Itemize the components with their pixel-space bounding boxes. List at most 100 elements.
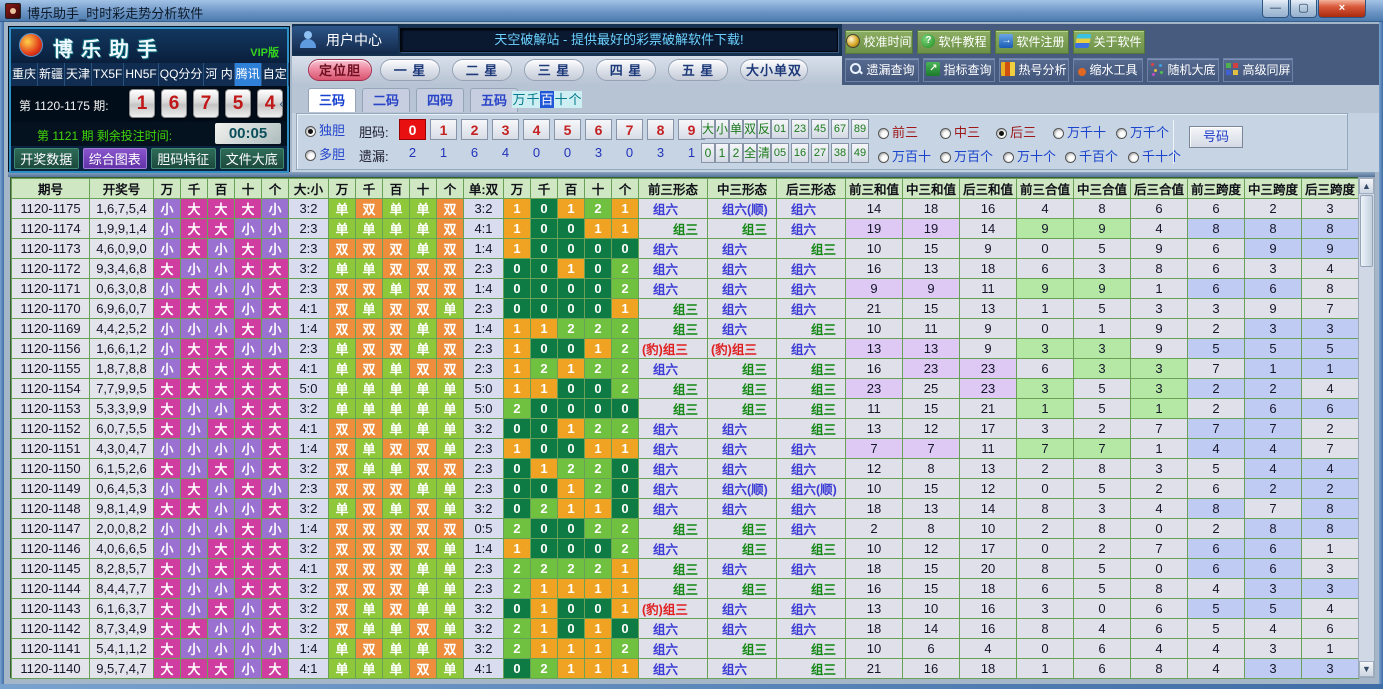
pattern-cell: 组六: [639, 279, 708, 299]
danma-digit-6[interactable]: 6: [585, 119, 612, 140]
close-button[interactable]: ×: [1318, 0, 1366, 18]
region-tab-天津[interactable]: 天津: [65, 63, 92, 86]
region-tab-腾讯[interactable]: 腾讯: [235, 63, 262, 86]
scope-radio-前三[interactable]: 前三: [878, 122, 918, 141]
table-scrollbar[interactable]: ▲ ▼: [1358, 177, 1375, 678]
code-tab-五码[interactable]: 五码: [470, 88, 518, 112]
multi-dan-radio[interactable]: 多胆: [305, 144, 345, 163]
danma-digit-8[interactable]: 8: [647, 119, 674, 140]
tool-button-遗漏查询[interactable]: 遗漏查询: [845, 58, 919, 82]
pattern-cell: 组三: [777, 319, 846, 339]
filter-button-1[interactable]: 1: [715, 143, 729, 163]
period-cell: 1120-1173: [12, 239, 90, 259]
view-button-文件大底[interactable]: 文件大底: [220, 148, 285, 169]
scope-radio-万百个[interactable]: 万百个: [940, 146, 993, 165]
tool-button-指标查询[interactable]: 指标查询: [923, 58, 995, 82]
sys-button-关于软件[interactable]: 关于软件: [1073, 30, 1145, 54]
mode-pill-四 星[interactable]: 四 星: [596, 59, 656, 81]
scrollbar-thumb[interactable]: [1360, 195, 1373, 267]
tool-button-随机大底[interactable]: 随机大底: [1147, 58, 1219, 82]
region-tab-新疆[interactable]: 新疆: [38, 63, 65, 86]
odd-even-cell: 单: [383, 359, 410, 379]
mode-pill-一 星[interactable]: 一 星: [380, 59, 440, 81]
prev-arrow-icon[interactable]: ‹: [279, 95, 284, 111]
mode-pill-大小单双[interactable]: 大小单双: [740, 59, 808, 81]
region-tab-自定[interactable]: 自定: [262, 63, 289, 86]
pair-button-49[interactable]: 49: [851, 143, 869, 163]
tool-button-热号分析[interactable]: 热号分析: [999, 58, 1069, 82]
scope-radio-万千个[interactable]: 万千个: [1116, 122, 1169, 141]
code-tab-三码[interactable]: 三码: [308, 88, 356, 112]
sys-button-软件教程[interactable]: 软件教程: [917, 30, 991, 54]
position-label-百[interactable]: 百: [540, 91, 554, 108]
mode-pill-三 星[interactable]: 三 星: [524, 59, 584, 81]
region-tab-QQ分分[interactable]: QQ分分: [159, 63, 205, 86]
draw-numbers-cell: 8,2,8,5,7: [90, 559, 154, 579]
mode-pill-二 星[interactable]: 二 星: [452, 59, 512, 81]
sys-button-校准时间[interactable]: 校准时间: [845, 30, 913, 54]
maximize-button[interactable]: ▢: [1290, 0, 1317, 18]
danma-digit-4[interactable]: 4: [523, 119, 550, 140]
pair-button-16[interactable]: 16: [791, 143, 809, 163]
position-label-个[interactable]: 个: [568, 91, 582, 108]
scope-radio-中三[interactable]: 中三: [940, 122, 980, 141]
danma-digit-7[interactable]: 7: [616, 119, 643, 140]
number-button[interactable]: 号码: [1189, 126, 1243, 148]
region-tab-重庆[interactable]: 重庆: [11, 63, 38, 86]
danma-digit-5[interactable]: 5: [554, 119, 581, 140]
danma-digit-2[interactable]: 2: [461, 119, 488, 140]
filter-button-0[interactable]: 0: [701, 143, 715, 163]
scope-radio-万十个[interactable]: 万十个: [1003, 146, 1056, 165]
pair-button-05[interactable]: 05: [771, 143, 789, 163]
scope-radio-万百十[interactable]: 万百十: [878, 146, 931, 165]
scroll-up-icon[interactable]: ▲: [1359, 178, 1374, 194]
danma-digit-1[interactable]: 1: [430, 119, 457, 140]
scroll-down-icon[interactable]: ▼: [1359, 661, 1374, 677]
pair-button-23[interactable]: 23: [791, 119, 809, 139]
view-button-胆码特征[interactable]: 胆码特征: [151, 148, 216, 169]
single-dan-radio[interactable]: 独胆: [305, 120, 345, 139]
pair-button-27[interactable]: 27: [811, 143, 829, 163]
mode-pill-定位胆[interactable]: 定位胆: [308, 59, 372, 81]
position-label-万[interactable]: 万: [512, 91, 526, 108]
position-label-十[interactable]: 十: [554, 91, 568, 108]
filter-button-反[interactable]: 反: [757, 119, 771, 139]
region-tab-河 内[interactable]: 河 内: [204, 63, 234, 86]
position-label-千[interactable]: 千: [526, 91, 540, 108]
scope-radio-万千十[interactable]: 万千十: [1053, 122, 1106, 141]
tool-button-高级同屏[interactable]: 高级同屏: [1223, 58, 1293, 82]
filter-button-单[interactable]: 单: [729, 119, 743, 139]
pair-button-01[interactable]: 01: [771, 119, 789, 139]
title-bar[interactable]: 博乐助手_时时彩走势分析软件 — ▢ ×: [0, 0, 1383, 22]
tool-button-缩水工具[interactable]: 缩水工具: [1073, 58, 1143, 82]
mod3-cell: 1: [531, 459, 558, 479]
sys-button-软件注册[interactable]: 软件注册: [995, 30, 1069, 54]
code-tab-四码[interactable]: 四码: [416, 88, 464, 112]
filter-button-2[interactable]: 2: [729, 143, 743, 163]
pair-button-67[interactable]: 67: [831, 119, 849, 139]
danma-digit-0[interactable]: 0: [399, 119, 426, 140]
region-tab-HN5F[interactable]: HN5F: [124, 63, 158, 86]
scope-radio-后三[interactable]: 后三: [996, 122, 1036, 141]
filter-button-双[interactable]: 双: [743, 119, 757, 139]
view-button-综合图表[interactable]: 综合图表: [83, 148, 148, 169]
region-tab-TX5F[interactable]: TX5F: [92, 63, 124, 86]
view-button-开奖数据[interactable]: 开奖数据: [14, 148, 79, 169]
mod3-cell: 2: [612, 379, 639, 399]
minimize-button[interactable]: —: [1262, 0, 1289, 18]
pair-button-45[interactable]: 45: [811, 119, 829, 139]
filter-button-小[interactable]: 小: [715, 119, 729, 139]
pair-button-89[interactable]: 89: [851, 119, 869, 139]
filter-button-大[interactable]: 大: [701, 119, 715, 139]
mode-pill-五 星[interactable]: 五 星: [668, 59, 728, 81]
user-center-button[interactable]: 用户中心: [292, 26, 398, 54]
span-cell: 4: [1188, 579, 1245, 599]
danma-digit-3[interactable]: 3: [492, 119, 519, 140]
filter-button-清[interactable]: 清: [757, 143, 771, 163]
filter-button-全[interactable]: 全: [743, 143, 757, 163]
pair-button-38[interactable]: 38: [831, 143, 849, 163]
code-tab-二码[interactable]: 二码: [362, 88, 410, 112]
odd-even-cell: 双: [437, 519, 464, 539]
scope-radio-千百个[interactable]: 千百个: [1065, 146, 1118, 165]
big-small-cell: 小: [154, 479, 181, 499]
